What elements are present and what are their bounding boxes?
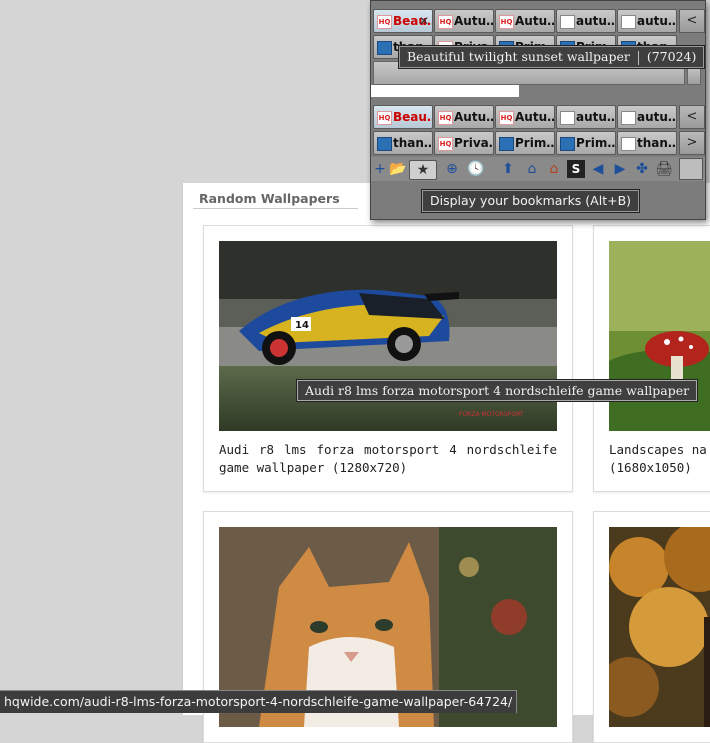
wallpaper-card[interactable]: Landscapes na (1680x1050) xyxy=(593,225,710,492)
autumn-tree-image[interactable] xyxy=(609,527,710,727)
wallpaper-caption[interactable]: Audi r8 lms forza motorsport 4 nordschle… xyxy=(219,441,557,477)
document-icon xyxy=(621,111,636,125)
plus-icon[interactable]: + xyxy=(371,160,389,178)
tab-scroll-left-button[interactable]: < xyxy=(679,105,705,129)
back-arrow-icon[interactable]: ◀ xyxy=(589,160,607,178)
divider xyxy=(519,85,705,97)
history-icon[interactable]: 🕓 xyxy=(467,160,485,178)
svg-text:FORZA MOTORSPORT: FORZA MOTORSPORT xyxy=(459,411,524,418)
section-divider xyxy=(193,208,358,209)
tab-count: (77024) xyxy=(646,49,697,64)
tab[interactable]: than… xyxy=(617,131,677,155)
tab[interactable]: HQBeau…✕ xyxy=(373,9,433,33)
tab[interactable]: HQ Autu… xyxy=(434,9,494,33)
home-icon[interactable]: ⌂ xyxy=(523,160,541,178)
hq-icon: HQ xyxy=(377,111,392,125)
hq-icon: HQ xyxy=(499,111,514,125)
wallpaper-card[interactable] xyxy=(593,511,710,743)
hq-icon: HQ xyxy=(438,111,453,125)
tab-title-tooltip: Beautiful twilight sunset wallpaper (7702… xyxy=(398,45,706,69)
printer-icon[interactable]: 🖨 xyxy=(655,160,673,178)
tab[interactable]: HQ Autu… xyxy=(495,105,555,129)
tab[interactable]: Prim… xyxy=(495,131,555,155)
close-icon[interactable]: ✕ xyxy=(419,10,429,32)
audi-r8-race-car-image[interactable]: 14 FORZA MOTORSPORT xyxy=(219,241,557,431)
image-tooltip: Audi r8 lms forza motorsport 4 nordschle… xyxy=(296,379,699,402)
svg-text:14: 14 xyxy=(295,320,309,331)
tab[interactable]: HQ Autu… xyxy=(495,9,555,33)
home-alt-icon[interactable]: ⌂ xyxy=(545,160,563,178)
wallpaper-page: Random Wallpapers 14 FORZA MOTORSPORT Au… xyxy=(182,183,710,743)
toolbar-buttons: + 📂 ★ ⊕ 🕓 ⬆ ⌂ ⌂ S ◀ ▶ ✤ 🖨 xyxy=(371,157,705,181)
bookmark-star-icon[interactable]: ★ xyxy=(409,160,437,180)
wallpaper-caption[interactable]: Landscapes na (1680x1050) xyxy=(609,441,710,477)
mushroom-image[interactable] xyxy=(609,241,710,431)
document-icon xyxy=(560,111,575,125)
tab-scroll-right-button[interactable]: > xyxy=(679,131,705,155)
tab-toolbar-panel: HQBeau…✕ HQAutu… HQAutu… autu… autu… < t… xyxy=(370,0,706,220)
forward-arrow-icon[interactable]: ▶ xyxy=(611,160,629,178)
document-icon xyxy=(621,15,636,29)
wallpaper-card[interactable]: 14 FORZA MOTORSPORT Audi r8 lms forza mo… xyxy=(203,225,573,492)
save-icon[interactable]: ⬆ xyxy=(499,160,517,178)
hq-icon: HQ xyxy=(499,15,514,29)
hq-icon: HQ xyxy=(377,15,392,29)
add-group-icon[interactable]: ⊕ xyxy=(443,160,461,178)
bookmarks-tooltip: Display your bookmarks (Alt+B) xyxy=(421,189,641,213)
document-icon xyxy=(560,15,575,29)
tab[interactable]: autu… xyxy=(556,105,616,129)
divider xyxy=(637,50,639,65)
tab[interactable]: than… xyxy=(373,131,433,155)
tab[interactable]: autu… xyxy=(617,105,677,129)
tab[interactable]: autu… xyxy=(556,9,616,33)
film-icon xyxy=(377,137,392,151)
panel-toggle-icon[interactable] xyxy=(679,158,703,180)
section-title: Random Wallpapers xyxy=(199,191,340,206)
tab[interactable]: Prim… xyxy=(556,131,616,155)
tab[interactable]: HQBeau… xyxy=(373,105,433,129)
status-bar-url: hqwide.com/audi-r8-lms-forza-motorsport-… xyxy=(0,690,518,713)
tab[interactable]: HQPriva… xyxy=(434,131,494,155)
tab[interactable]: HQ Autu… xyxy=(434,105,494,129)
puzzle-icon[interactable]: ✤ xyxy=(633,160,651,178)
tab-scroll-left-button[interactable]: < xyxy=(679,9,705,33)
film-icon xyxy=(560,137,575,151)
film-icon xyxy=(377,41,392,55)
hq-icon: HQ xyxy=(438,15,453,29)
tab[interactable]: autu… xyxy=(617,9,677,33)
film-icon xyxy=(499,137,514,151)
hq-icon: HQ xyxy=(438,137,453,151)
folder-icon[interactable]: 📂 xyxy=(389,160,407,178)
document-icon xyxy=(621,137,636,151)
s-icon[interactable]: S xyxy=(567,160,585,178)
divider xyxy=(371,85,519,97)
